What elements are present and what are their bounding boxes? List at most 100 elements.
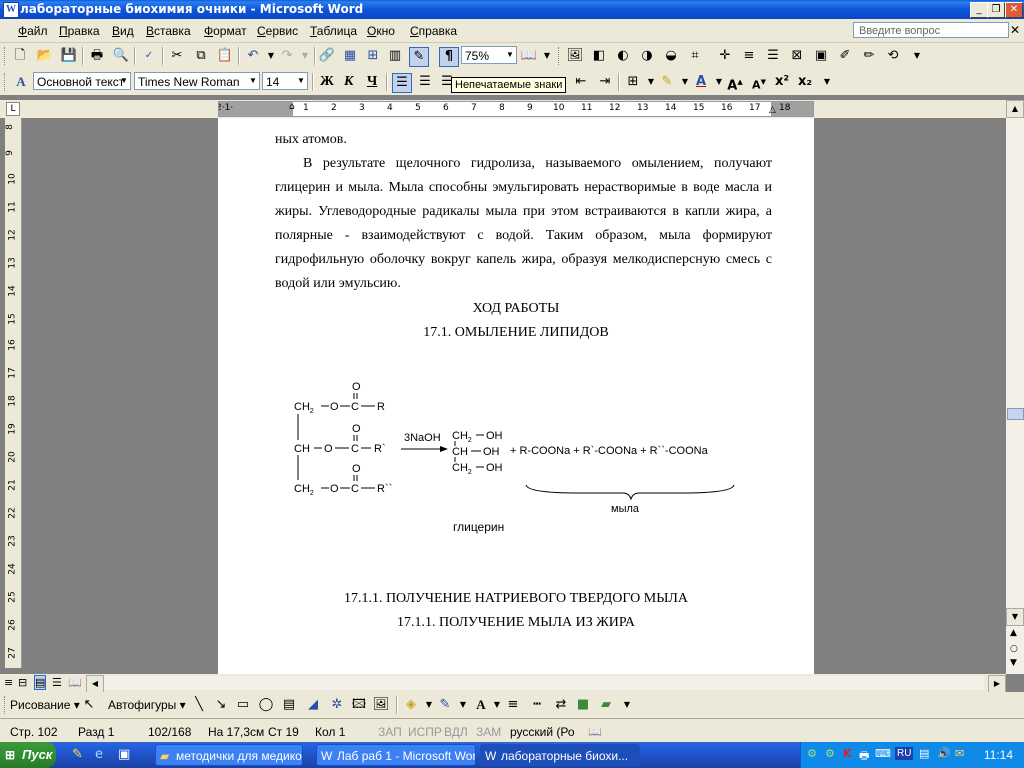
vertical-scrollbar[interactable]: ▲ ▼ ▲ ○ ▼ [1006, 100, 1024, 674]
increase-indent-icon[interactable]: ⇥ [596, 73, 614, 91]
internet-explorer-icon[interactable]: e [95, 747, 103, 762]
line-color-dropdown-icon[interactable]: ▼ [454, 696, 472, 714]
close-document-icon[interactable]: ✕ [1010, 23, 1020, 37]
task-folder[interactable]: ▰ методички для медиков [155, 744, 303, 766]
web-view-icon[interactable]: ⊟ [18, 676, 27, 689]
minimize-button[interactable]: _ [970, 2, 988, 18]
scroll-down-icon[interactable]: ▼ [1006, 608, 1024, 626]
wordart-icon[interactable]: ◢ [304, 696, 322, 714]
style-select[interactable]: Основной текст ▼ [33, 72, 131, 90]
horizontal-scrollbar[interactable]: ≡ ⊟ ▤ ☰ 📖 ◀ ▶ [0, 674, 1006, 693]
font-size-select[interactable]: 14 ▼ [262, 72, 308, 90]
toolbar-grip-3[interactable] [4, 73, 8, 91]
word-app-icon[interactable]: W [3, 2, 19, 18]
vertical-ruler[interactable]: 89 10 11 12 13 14 15 16 17 18 19 20 21 22 23 24… [5, 118, 22, 668]
line-style-icon[interactable]: ≡ [740, 47, 758, 65]
chart-icon[interactable]: ◧ [590, 47, 608, 65]
network-icon[interactable]: ⌨ [875, 747, 891, 760]
rectangle-icon[interactable]: ▭ [234, 696, 252, 714]
outline-view-icon[interactable]: ☰ [52, 676, 62, 689]
borders-icon[interactable]: ⊞ [624, 73, 642, 91]
shrink-font-icon[interactable]: A▼ [750, 73, 768, 92]
right-indent-icon[interactable]: △ [769, 105, 776, 115]
menu-table[interactable]: Таблица [310, 24, 357, 38]
menu-file[interactable]: Файл [18, 24, 48, 38]
line-weight-icon[interactable]: ☰ [764, 47, 782, 65]
font-select[interactable]: Times New Roman ▼ [134, 72, 260, 90]
drawing-icon[interactable]: ✎ [409, 47, 429, 67]
next-page-icon[interactable]: ▼ [1010, 658, 1017, 668]
spelling-status-icon[interactable]: 📖 [588, 725, 602, 738]
antivirus-icon[interactable]: K [843, 747, 852, 760]
menu-edit[interactable]: Правка [59, 24, 100, 38]
italic-button[interactable]: К [344, 74, 354, 90]
previous-page-icon[interactable]: ▲ [1010, 628, 1017, 638]
print-icon[interactable]: 🖶 [88, 47, 106, 65]
save-icon[interactable]: 💾 [60, 47, 78, 65]
show-formatting-icon[interactable]: ¶ [439, 47, 459, 67]
insert-table-icon[interactable]: ⊞ [364, 47, 382, 65]
print-layout-icon[interactable]: ▤ [34, 675, 47, 690]
3d-style-icon[interactable]: ▰ [597, 696, 615, 714]
picture-toolbar-options-icon[interactable]: ▼ [908, 47, 926, 65]
grow-font-icon[interactable]: A▲ [726, 73, 744, 93]
copy-icon[interactable]: ⧉ [192, 47, 210, 65]
new-document-icon[interactable]: 🗋 [11, 47, 29, 65]
cut-icon[interactable]: ✂ [168, 47, 186, 65]
reading-view-icon[interactable]: 📖 [68, 676, 82, 689]
highlight-icon[interactable]: ✎ [658, 73, 676, 91]
messenger-icon[interactable]: ✉ [955, 747, 964, 760]
browse-object-icon[interactable]: ○ [1010, 644, 1018, 654]
circle-icon[interactable]: ◐ [614, 47, 632, 65]
tray-icon-2[interactable]: ⚙ [825, 747, 835, 760]
line-color-icon[interactable]: ✎ [436, 696, 454, 714]
menu-insert[interactable]: Вставка [146, 24, 191, 38]
start-button[interactable]: ⊞ Пуск [0, 742, 56, 768]
status-overtype[interactable]: ЗАМ [476, 725, 501, 739]
shape-icon[interactable]: ◑ [638, 47, 656, 65]
language-indicator[interactable]: RU [895, 747, 914, 760]
tab-selector-icon[interactable]: L [6, 102, 20, 116]
ask-question-input[interactable]: Введите вопрос [853, 22, 1009, 38]
columns-icon[interactable]: ▥ [386, 47, 404, 65]
document-page[interactable]: ных атомов. В результате щелочного гидро… [218, 118, 814, 674]
read-mode-icon[interactable]: 📖 [520, 47, 538, 65]
subscript-icon[interactable]: x₂ [796, 73, 814, 91]
brightness-icon[interactable]: ◒ [662, 47, 680, 65]
first-line-indent-icon[interactable]: ⌂ [289, 102, 295, 112]
toolbar-grip-2[interactable] [558, 47, 562, 65]
reset-picture-icon[interactable]: ⟲ [884, 47, 902, 65]
align-center-icon[interactable]: ☰ [416, 73, 434, 91]
scroll-thumb[interactable] [1007, 408, 1024, 420]
styles-icon[interactable]: A [12, 73, 30, 91]
decrease-indent-icon[interactable]: ⇤ [572, 73, 590, 91]
text-wrap-icon[interactable]: ▣ [812, 47, 830, 65]
status-extend-selection[interactable]: ВДЛ [444, 725, 468, 739]
toolbar-grip[interactable] [4, 47, 8, 65]
underline-button[interactable]: Ч [367, 74, 377, 90]
task-word-active[interactable]: Wлабораторные биохи... [480, 744, 640, 766]
status-track-changes[interactable]: ИСПР [408, 725, 442, 739]
menu-help[interactable]: Справка [410, 24, 457, 38]
tables-borders-icon[interactable]: ▦ [341, 47, 359, 65]
clipart-icon[interactable]: 🖾 [350, 696, 368, 714]
hyperlink-icon[interactable]: 🔗 [318, 47, 336, 65]
volume-icon[interactable]: 🔊 [937, 747, 951, 760]
formatting-options-icon[interactable]: ▼ [818, 73, 836, 91]
format-picture-icon[interactable]: ✐ [836, 47, 854, 65]
menu-view[interactable]: Вид [112, 24, 134, 38]
show-desktop-icon[interactable]: ▣ [118, 747, 130, 762]
menu-window[interactable]: Окно [367, 24, 395, 38]
compress-icon[interactable]: ⊠ [788, 47, 806, 65]
set-transparent-icon[interactable]: ✏ [860, 47, 878, 65]
scroll-left-icon[interactable]: ◀ [86, 675, 104, 693]
align-left-icon[interactable]: ☰ [392, 73, 412, 93]
font-color-icon[interactable]: A [692, 73, 710, 91]
status-record-macro[interactable]: ЗАП [378, 725, 402, 739]
fill-color-icon[interactable]: ◈ [402, 696, 420, 714]
task-word-lab1[interactable]: W Лаб раб 1 - Microsoft Word [316, 744, 476, 766]
draw-menu[interactable]: Рисование ▾ [10, 698, 80, 712]
dash-style-icon[interactable]: ┅ [528, 696, 546, 714]
bold-button[interactable]: Ж [320, 74, 334, 90]
arrow-icon[interactable]: ↘ [212, 696, 230, 714]
